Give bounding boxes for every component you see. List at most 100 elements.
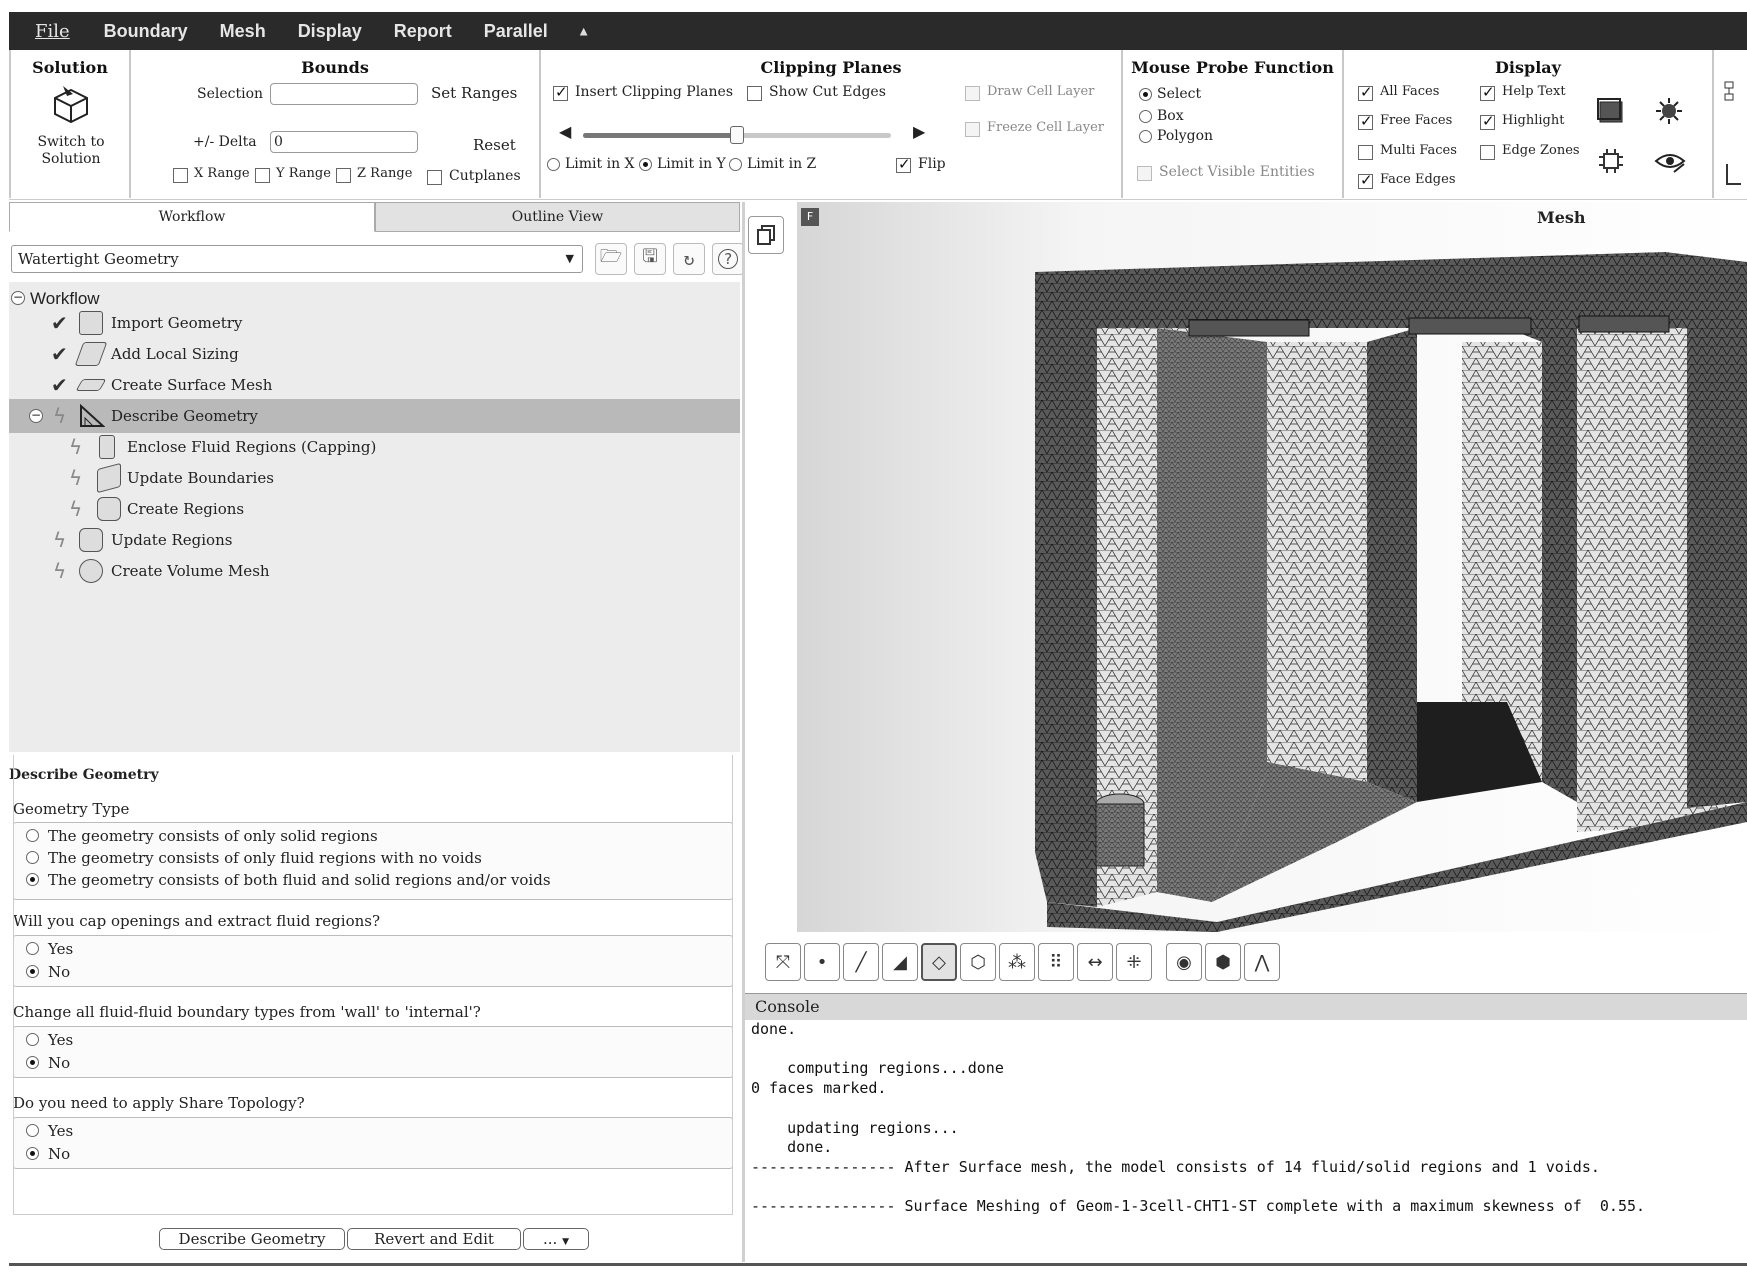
selection-input[interactable] <box>270 83 418 105</box>
face-edges-checkbox[interactable] <box>1358 171 1373 189</box>
tree-item-create-regions[interactable]: ϟ Create Regions <box>9 492 740 526</box>
cap-no-radio[interactable] <box>26 965 39 978</box>
draw-cell-layer-checkbox[interactable] <box>965 86 980 101</box>
load-workflow-button[interactable]: 🗁 <box>595 243 627 275</box>
workflow-type-select[interactable]: Watertight Geometry ▼ <box>11 245 583 273</box>
delta-input[interactable]: 0 <box>270 131 418 153</box>
revert-and-edit-button[interactable]: Revert and Edit <box>347 1228 521 1250</box>
reset-button[interactable]: Reset <box>473 136 516 154</box>
menu-mesh[interactable]: Mesh <box>220 21 266 42</box>
switch-to-solution-button[interactable]: Switch to Solution <box>21 84 121 194</box>
collapse-ribbon-icon[interactable]: ▲ <box>580 24 588 39</box>
connect-button[interactable]: ⁜ <box>1116 943 1152 981</box>
collapse-icon[interactable]: − <box>11 291 25 305</box>
select-visible-checkbox[interactable] <box>1137 166 1152 181</box>
select-point-button[interactable]: • <box>804 943 840 981</box>
check-icon: ✔ <box>51 311 68 335</box>
probe-box-radio[interactable] <box>1139 110 1152 123</box>
menu-file[interactable]: File <box>35 21 70 42</box>
geometry-type-box: The geometry consists of only solid regi… <box>13 822 733 900</box>
probe-polygon-radio[interactable] <box>1139 130 1152 143</box>
multi-faces-checkbox[interactable] <box>1358 145 1373 160</box>
menu-report[interactable]: Report <box>394 21 452 42</box>
help-text-checkbox[interactable] <box>1480 83 1495 101</box>
change-no-radio[interactable] <box>26 1056 39 1069</box>
x-range-label: X Range <box>194 166 250 181</box>
local-sizing-icon <box>74 342 108 366</box>
tree-item-create-volume-mesh[interactable]: ϟ Create Volume Mesh <box>9 554 740 588</box>
describe-geometry-button[interactable]: Describe Geometry <box>159 1228 345 1250</box>
geom-fluid-radio[interactable] <box>26 851 39 864</box>
save-workflow-button[interactable]: 🖫 <box>634 243 666 275</box>
z-range-checkbox[interactable] <box>336 168 351 183</box>
slider-left-arrow-icon[interactable]: ◀ <box>559 122 571 141</box>
select-cells-button[interactable]: ⁂ <box>999 943 1035 981</box>
geom-both-radio[interactable] <box>26 873 39 886</box>
set-ranges-button[interactable]: Set Ranges <box>431 84 517 102</box>
lights-icon[interactable] <box>1654 96 1684 126</box>
graphics-layout-button[interactable] <box>748 216 784 254</box>
all-faces-checkbox[interactable] <box>1358 83 1373 101</box>
solution-group: Solution Switch to Solution <box>9 50 131 198</box>
more-options-button[interactable]: ... ▼ <box>523 1228 589 1250</box>
limit-x-radio[interactable] <box>547 158 560 171</box>
tab-outline-view[interactable]: Outline View <box>375 202 740 232</box>
clipping-slider-track[interactable] <box>583 126 891 144</box>
tree-item-enclose-fluid-regions[interactable]: ϟ Enclose Fluid Regions (Capping) <box>9 430 740 464</box>
axes-select-button[interactable]: ⤧ <box>765 943 801 981</box>
select-face-button[interactable]: ◢ <box>882 943 918 981</box>
measure-button[interactable]: ↔ <box>1077 943 1113 981</box>
refresh-workflow-button[interactable]: ↻ <box>673 243 705 275</box>
menu-display[interactable]: Display <box>298 21 362 42</box>
highlight-checkbox[interactable] <box>1480 112 1495 130</box>
tree-item-add-local-sizing[interactable]: ✔ Add Local Sizing <box>9 337 740 371</box>
menu-boundary[interactable]: Boundary <box>104 21 188 42</box>
describe-geometry-icon <box>80 404 105 427</box>
flip-checkbox[interactable] <box>896 155 911 173</box>
save-icon: 🖫 <box>642 246 658 267</box>
tree-item-update-boundaries[interactable]: ϟ Update Boundaries <box>9 461 740 495</box>
edge-zones-checkbox[interactable] <box>1480 145 1495 160</box>
select-body-button[interactable]: ⬡ <box>960 943 996 981</box>
probe-network-button[interactable]: ⋀ <box>1244 943 1280 981</box>
select-nodes-button[interactable]: ⠿ <box>1038 943 1074 981</box>
limit-z-radio[interactable] <box>729 158 742 171</box>
select-edge-button[interactable]: ╱ <box>843 943 879 981</box>
cap-yes-radio[interactable] <box>26 942 39 955</box>
y-range-checkbox[interactable] <box>255 168 270 183</box>
mesh-view[interactable] <box>797 202 1747 932</box>
zone-visibility-button[interactable]: ◉ <box>1166 943 1202 981</box>
probe-select-radio[interactable] <box>1139 88 1152 101</box>
show-cut-edges-checkbox[interactable] <box>747 86 762 101</box>
share-yes-radio[interactable] <box>26 1124 39 1137</box>
menu-parallel[interactable]: Parallel <box>484 21 548 42</box>
help-workflow-button[interactable]: ? <box>712 243 744 275</box>
limit-y-radio[interactable] <box>639 158 652 171</box>
freeze-cell-layer-checkbox[interactable] <box>965 122 980 137</box>
tree-item-describe-geometry[interactable]: − ϟ Describe Geometry <box>9 399 740 433</box>
select-zone-button[interactable]: ◇ <box>921 943 957 981</box>
change-yes-radio[interactable] <box>26 1033 39 1046</box>
tab-workflow[interactable]: Workflow <box>9 202 375 232</box>
tree-item-create-surface-mesh[interactable]: ✔ Create Surface Mesh <box>9 368 740 402</box>
share-no-radio[interactable] <box>26 1147 39 1160</box>
mesh-channel-left <box>1367 328 1417 802</box>
tree-item-update-regions[interactable]: ϟ Update Regions <box>9 523 740 557</box>
body-visibility-button[interactable]: ⬢ <box>1205 943 1241 981</box>
tree-item-import-geometry[interactable]: ✔ Import Geometry <box>9 306 740 340</box>
insert-clipping-checkbox[interactable] <box>553 83 568 101</box>
settings-chip-icon[interactable] <box>1596 146 1626 176</box>
display-window-icon[interactable] <box>1596 96 1626 126</box>
console-output[interactable]: done. computing regions...done 0 faces m… <box>751 1020 1741 1217</box>
geom-solid-radio[interactable] <box>26 829 39 842</box>
collapse-icon[interactable]: − <box>29 409 43 423</box>
overflow-tools-icon[interactable] <box>1721 80 1745 190</box>
free-faces-checkbox[interactable] <box>1358 112 1373 130</box>
visibility-eye-icon[interactable] <box>1654 146 1686 176</box>
graphics-window[interactable]: F Mesh <box>797 202 1747 932</box>
clipping-slider-handle[interactable] <box>730 126 744 144</box>
x-range-checkbox[interactable] <box>173 168 188 183</box>
console-panel[interactable]: Console done. computing regions...done 0… <box>745 993 1747 1262</box>
slider-right-arrow-icon[interactable]: ▶ <box>913 122 925 141</box>
cutplanes-checkbox[interactable] <box>427 170 442 185</box>
